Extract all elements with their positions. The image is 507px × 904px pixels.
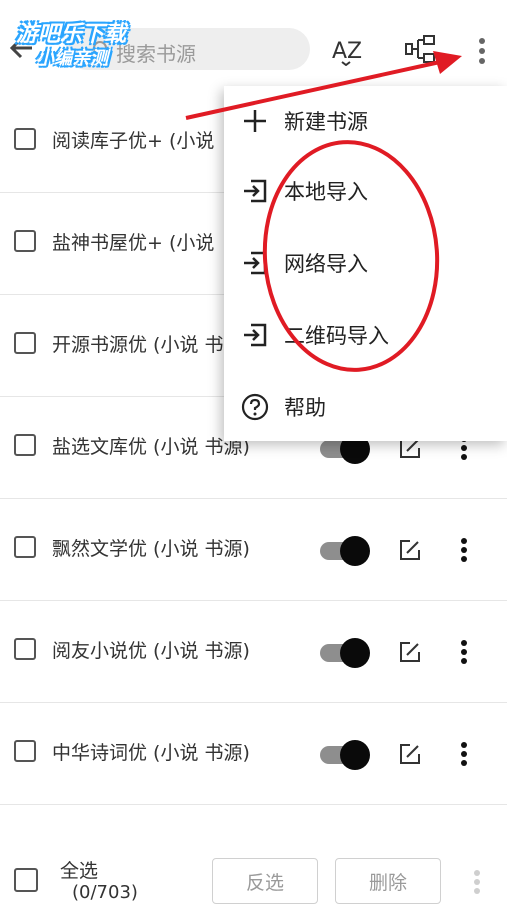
source-name: 盐选文库优 (小说 书源) (52, 436, 250, 458)
svg-text:AZ: AZ (332, 39, 362, 64)
source-name: 阅读库子优+ (小说 (52, 130, 215, 152)
toggle-thumb (340, 740, 370, 770)
edit-icon[interactable] (398, 640, 422, 664)
more-vert-icon[interactable] (454, 738, 474, 770)
row-checkbox[interactable] (14, 740, 36, 762)
sort-az-icon[interactable]: AZ (330, 34, 370, 66)
row-checkbox[interactable] (14, 536, 36, 558)
selection-count: (0/703) (72, 882, 138, 903)
invert-selection-button[interactable]: 反选 (212, 858, 318, 904)
overflow-menu: 新建书源 本地导入 网络导入 二维码导入 帮助 (224, 86, 507, 441)
import-icon (244, 179, 267, 203)
help-icon (241, 393, 269, 421)
menu-item-label: 帮助 (284, 396, 326, 420)
source-name: 飘然文学优 (小说 书源) (52, 538, 250, 560)
enable-toggle[interactable] (320, 536, 370, 566)
watermark: 游吧乐下载 小编亲测 (10, 10, 170, 69)
import-icon (244, 251, 267, 275)
enable-toggle[interactable] (320, 638, 370, 668)
menu-item-label: 本地导入 (284, 180, 368, 204)
source-name: 盐神书屋优+ (小说 (52, 232, 215, 254)
row-checkbox[interactable] (14, 230, 36, 252)
menu-item-qrcode-import[interactable]: 二维码导入 (224, 300, 507, 370)
bottom-action-bar: 全选 (0/703) 反选 删除 (0, 840, 507, 904)
group-icon[interactable] (404, 32, 438, 66)
source-name: 中华诗词优 (小说 书源) (52, 742, 250, 764)
row-checkbox[interactable] (14, 332, 36, 354)
menu-item-label: 网络导入 (284, 252, 368, 276)
more-vert-icon[interactable] (468, 866, 486, 898)
source-name: 开源书源优 (小说 书 (52, 334, 224, 356)
menu-item-help[interactable]: 帮助 (224, 372, 507, 442)
edit-icon[interactable] (398, 538, 422, 562)
menu-item-new-source[interactable]: 新建书源 (224, 86, 507, 156)
delete-button[interactable]: 删除 (335, 858, 441, 904)
select-all-label[interactable]: 全选 (60, 856, 98, 883)
row-checkbox[interactable] (14, 434, 36, 456)
more-vert-icon[interactable] (454, 534, 474, 566)
watermark-line2: 小编亲测 (36, 48, 108, 69)
toggle-thumb (340, 638, 370, 668)
import-icon (244, 323, 267, 347)
more-vert-icon[interactable] (454, 636, 474, 668)
list-item[interactable]: 飘然文学优 (小说 书源) (0, 498, 507, 601)
toggle-thumb (340, 536, 370, 566)
row-checkbox[interactable] (14, 638, 36, 660)
more-vert-icon[interactable] (470, 34, 494, 68)
menu-item-local-import[interactable]: 本地导入 (224, 156, 507, 226)
source-name: 阅友小说优 (小说 书源) (52, 640, 250, 662)
plus-icon (244, 110, 266, 132)
enable-toggle[interactable] (320, 740, 370, 770)
menu-item-network-import[interactable]: 网络导入 (224, 228, 507, 298)
menu-item-label: 新建书源 (284, 110, 368, 134)
select-all-checkbox[interactable] (14, 868, 38, 892)
list-item[interactable]: 中华诗词优 (小说 书源) (0, 702, 507, 805)
menu-item-label: 二维码导入 (284, 324, 389, 348)
edit-icon[interactable] (398, 742, 422, 766)
list-item[interactable]: 阅友小说优 (小说 书源) (0, 600, 507, 703)
row-checkbox[interactable] (14, 128, 36, 150)
